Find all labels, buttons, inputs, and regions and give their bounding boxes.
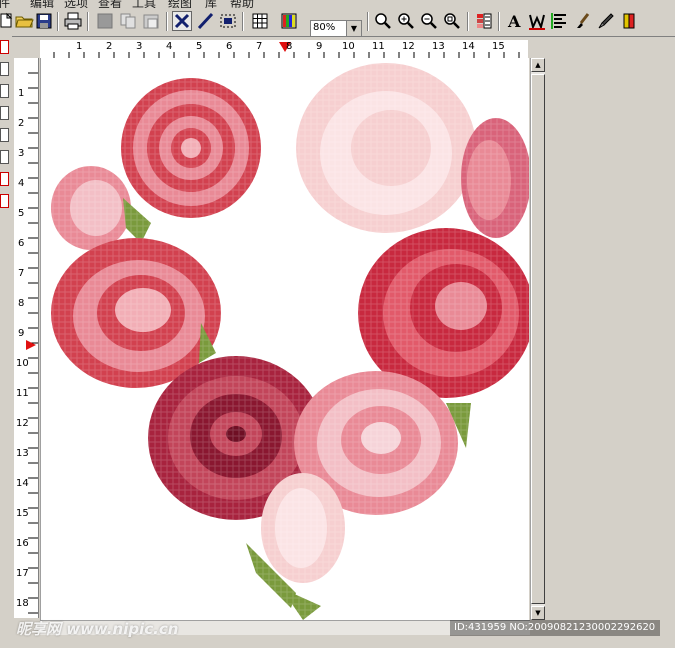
cut-icon[interactable] <box>95 11 115 31</box>
zoom-value: 80% <box>313 22 336 33</box>
grid-icon[interactable] <box>250 11 270 31</box>
v-ruler-label-6: 6 <box>18 238 25 249</box>
tool-slot-1[interactable] <box>0 62 9 76</box>
zoom-fit-icon[interactable] <box>442 11 462 31</box>
h-ruler-label-15: 15 <box>492 41 505 52</box>
toolbar: 80% ▼ A <box>0 8 675 37</box>
text-icon[interactable]: A <box>504 11 524 31</box>
v-ruler-label-16: 16 <box>16 538 29 549</box>
h-ruler-ticks <box>53 42 520 58</box>
scroll-up-icon[interactable]: ▲ <box>531 58 545 72</box>
stitch-w-icon[interactable] <box>527 11 547 31</box>
scroll-thumb[interactable] <box>531 74 545 604</box>
h-ruler-label-3: 3 <box>136 41 143 52</box>
scroll-down-icon[interactable]: ▼ <box>531 606 545 620</box>
menu-tools[interactable]: 工具 <box>132 0 156 8</box>
h-ruler-label-8: 8 <box>286 41 293 52</box>
vertical-ruler: 1 2 3 4 5 6 7 8 9 10 11 12 13 14 15 16 1… <box>14 58 39 618</box>
paste-icon[interactable] <box>141 11 161 31</box>
v-ruler-label-4: 4 <box>18 178 25 189</box>
watermark-id: ID:431959 NO:20090821230002292620 <box>450 620 660 636</box>
menu-options[interactable]: 选项 <box>64 0 88 8</box>
h-ruler-label-9: 9 <box>316 41 323 52</box>
svg-text:A: A <box>507 12 521 31</box>
tool-slot-6[interactable] <box>0 172 9 186</box>
menu-draw[interactable]: 绘图 <box>168 0 192 8</box>
v-ruler-marker <box>26 340 36 350</box>
v-ruler-label-18: 18 <box>16 598 29 609</box>
rose-heart-pattern <box>41 58 529 620</box>
cross-stitch-icon[interactable] <box>172 11 192 31</box>
menu-view[interactable]: 查看 <box>98 0 122 8</box>
save-icon[interactable] <box>34 11 54 31</box>
watermark-logo: 昵享网 www.nipic.cn <box>16 620 179 638</box>
v-ruler-label-14: 14 <box>16 478 29 489</box>
copy-icon[interactable] <box>118 11 138 31</box>
h-ruler-label-13: 13 <box>432 41 445 52</box>
zoom-select[interactable]: 80% ▼ <box>310 20 362 37</box>
vertical-scrollbar[interactable]: ▲ ▼ <box>530 58 545 620</box>
select-icon[interactable] <box>218 11 238 31</box>
zoom-in-icon[interactable] <box>396 11 416 31</box>
h-ruler-label-11: 11 <box>372 41 385 52</box>
eyedropper-icon[interactable] <box>596 11 616 31</box>
tool-slot-2[interactable] <box>0 84 9 98</box>
zoom-out-icon[interactable] <box>419 11 439 31</box>
v-ruler-label-12: 12 <box>16 418 29 429</box>
design-canvas[interactable] <box>40 58 529 620</box>
h-ruler-label-2: 2 <box>106 41 113 52</box>
brush-icon[interactable] <box>573 11 593 31</box>
menu-file[interactable]: 件 <box>0 0 10 8</box>
h-ruler-label-10: 10 <box>342 41 355 52</box>
v-ruler-label-13: 13 <box>16 448 29 459</box>
h-ruler-label-12: 12 <box>402 41 415 52</box>
v-ruler-label-10: 10 <box>16 358 29 369</box>
print-icon[interactable] <box>63 11 83 31</box>
v-ruler-label-17: 17 <box>16 568 29 579</box>
h-ruler-label-1: 1 <box>76 41 83 52</box>
close-icon[interactable] <box>0 40 9 54</box>
chevron-down-icon[interactable]: ▼ <box>346 21 361 36</box>
zoom-icon[interactable] <box>373 11 393 31</box>
h-ruler-label-5: 5 <box>196 41 203 52</box>
tool-slot-5[interactable] <box>0 150 9 164</box>
v-ruler-label-8: 8 <box>18 298 25 309</box>
v-ruler-label-2: 2 <box>18 118 25 129</box>
v-ruler-label-7: 7 <box>18 268 25 279</box>
palette-icon[interactable] <box>280 11 300 31</box>
open-folder-icon[interactable] <box>14 11 34 31</box>
v-ruler-label-1: 1 <box>18 88 25 99</box>
h-ruler-label-6: 6 <box>226 41 233 52</box>
menu-help[interactable]: 帮助 <box>230 0 254 8</box>
thread-color-icon[interactable] <box>619 11 639 31</box>
h-ruler-label-14: 14 <box>462 41 475 52</box>
v-ruler-label-3: 3 <box>18 148 25 159</box>
v-ruler-label-5: 5 <box>18 208 25 219</box>
h-ruler-label-4: 4 <box>166 41 173 52</box>
menu-edit[interactable]: 编辑 <box>30 0 54 8</box>
color-chart-icon[interactable] <box>474 11 494 31</box>
tool-slot-4[interactable] <box>0 128 9 142</box>
left-toolstrip <box>0 36 12 648</box>
h-ruler-label-7: 7 <box>256 41 263 52</box>
menu-library[interactable]: 库 <box>205 0 217 8</box>
v-ruler-label-11: 11 <box>16 388 29 399</box>
backstitch-icon[interactable] <box>195 11 215 31</box>
menu-bar: 件 编辑 选项 查看 工具 绘图 库 帮助 <box>0 0 675 8</box>
v-ruler-label-15: 15 <box>16 508 29 519</box>
tool-slot-3[interactable] <box>0 106 9 120</box>
align-icon[interactable] <box>550 11 570 31</box>
horizontal-ruler: 1 2 3 4 5 6 7 8 9 10 11 12 13 14 15 <box>40 40 528 59</box>
v-ruler-label-9: 9 <box>18 328 25 339</box>
tool-slot-7[interactable] <box>0 194 9 208</box>
